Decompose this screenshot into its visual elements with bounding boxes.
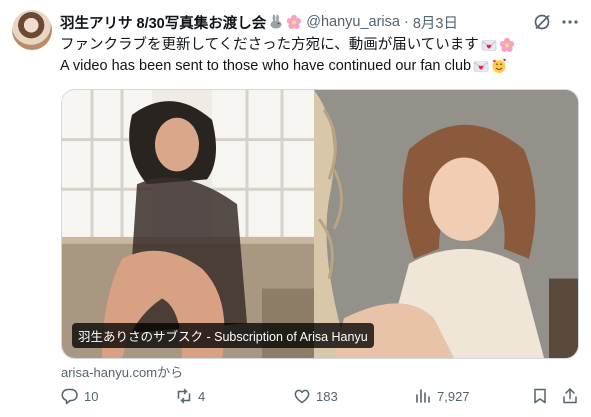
- like-icon: [294, 389, 310, 404]
- like-count: 183: [316, 388, 338, 404]
- reply-button[interactable]: 10: [61, 387, 98, 405]
- post-text-line-2: A video has been sent to those who have …: [60, 56, 507, 76]
- grok-icon[interactable]: [533, 13, 551, 31]
- action-bar: 10 4 183 7,927: [61, 387, 581, 409]
- cherry-blossom-emoji-icon: [287, 14, 302, 29]
- photo-right: [314, 90, 578, 358]
- share-button[interactable]: [561, 387, 584, 405]
- bookmark-button[interactable]: [531, 387, 554, 405]
- author-name[interactable]: 羽生アリサ 8/30写真集お渡し会: [60, 12, 266, 33]
- repost-button[interactable]: 4: [175, 387, 205, 405]
- views-button[interactable]: 7,927: [414, 387, 470, 405]
- views-icon: [416, 389, 430, 403]
- author-handle[interactable]: @hanyu_arisa: [306, 14, 400, 30]
- love-letter-emoji-icon: [473, 61, 489, 72]
- smiling-face-with-hearts-emoji-icon: [492, 58, 507, 73]
- repost-count: 4: [198, 388, 206, 404]
- post-text-line-1: ファンクラブを更新してくださった方宛に、動画が届いています: [60, 35, 515, 55]
- reply-count: 10: [84, 388, 99, 404]
- card-title: 羽生ありさのサブスク - Subscription of Arisa Hanyu: [72, 323, 374, 348]
- bookmark-icon: [534, 388, 546, 404]
- like-button[interactable]: 183: [293, 387, 338, 405]
- cherry-blossom-emoji-icon: [499, 37, 514, 52]
- post-date[interactable]: 8月3日: [413, 12, 458, 33]
- rabbit-emoji-icon: [270, 14, 282, 29]
- reply-icon: [61, 388, 78, 405]
- card-source-link[interactable]: arisa-hanyu.comから: [61, 362, 183, 381]
- share-icon: [563, 388, 577, 404]
- views-count: 7,927: [437, 388, 470, 404]
- love-letter-emoji-icon: [481, 40, 497, 51]
- photo-left: [62, 90, 314, 358]
- post-header: 羽生アリサ 8/30写真集お渡し会 @hanyu_arisa · 8月3日: [60, 12, 458, 32]
- repost-icon: [177, 388, 191, 404]
- avatar[interactable]: [12, 10, 52, 50]
- more-icon[interactable]: [561, 13, 579, 31]
- link-card-media[interactable]: 羽生ありさのサブスク - Subscription of Arisa Hanyu: [61, 89, 579, 359]
- header-separator: ·: [403, 14, 409, 30]
